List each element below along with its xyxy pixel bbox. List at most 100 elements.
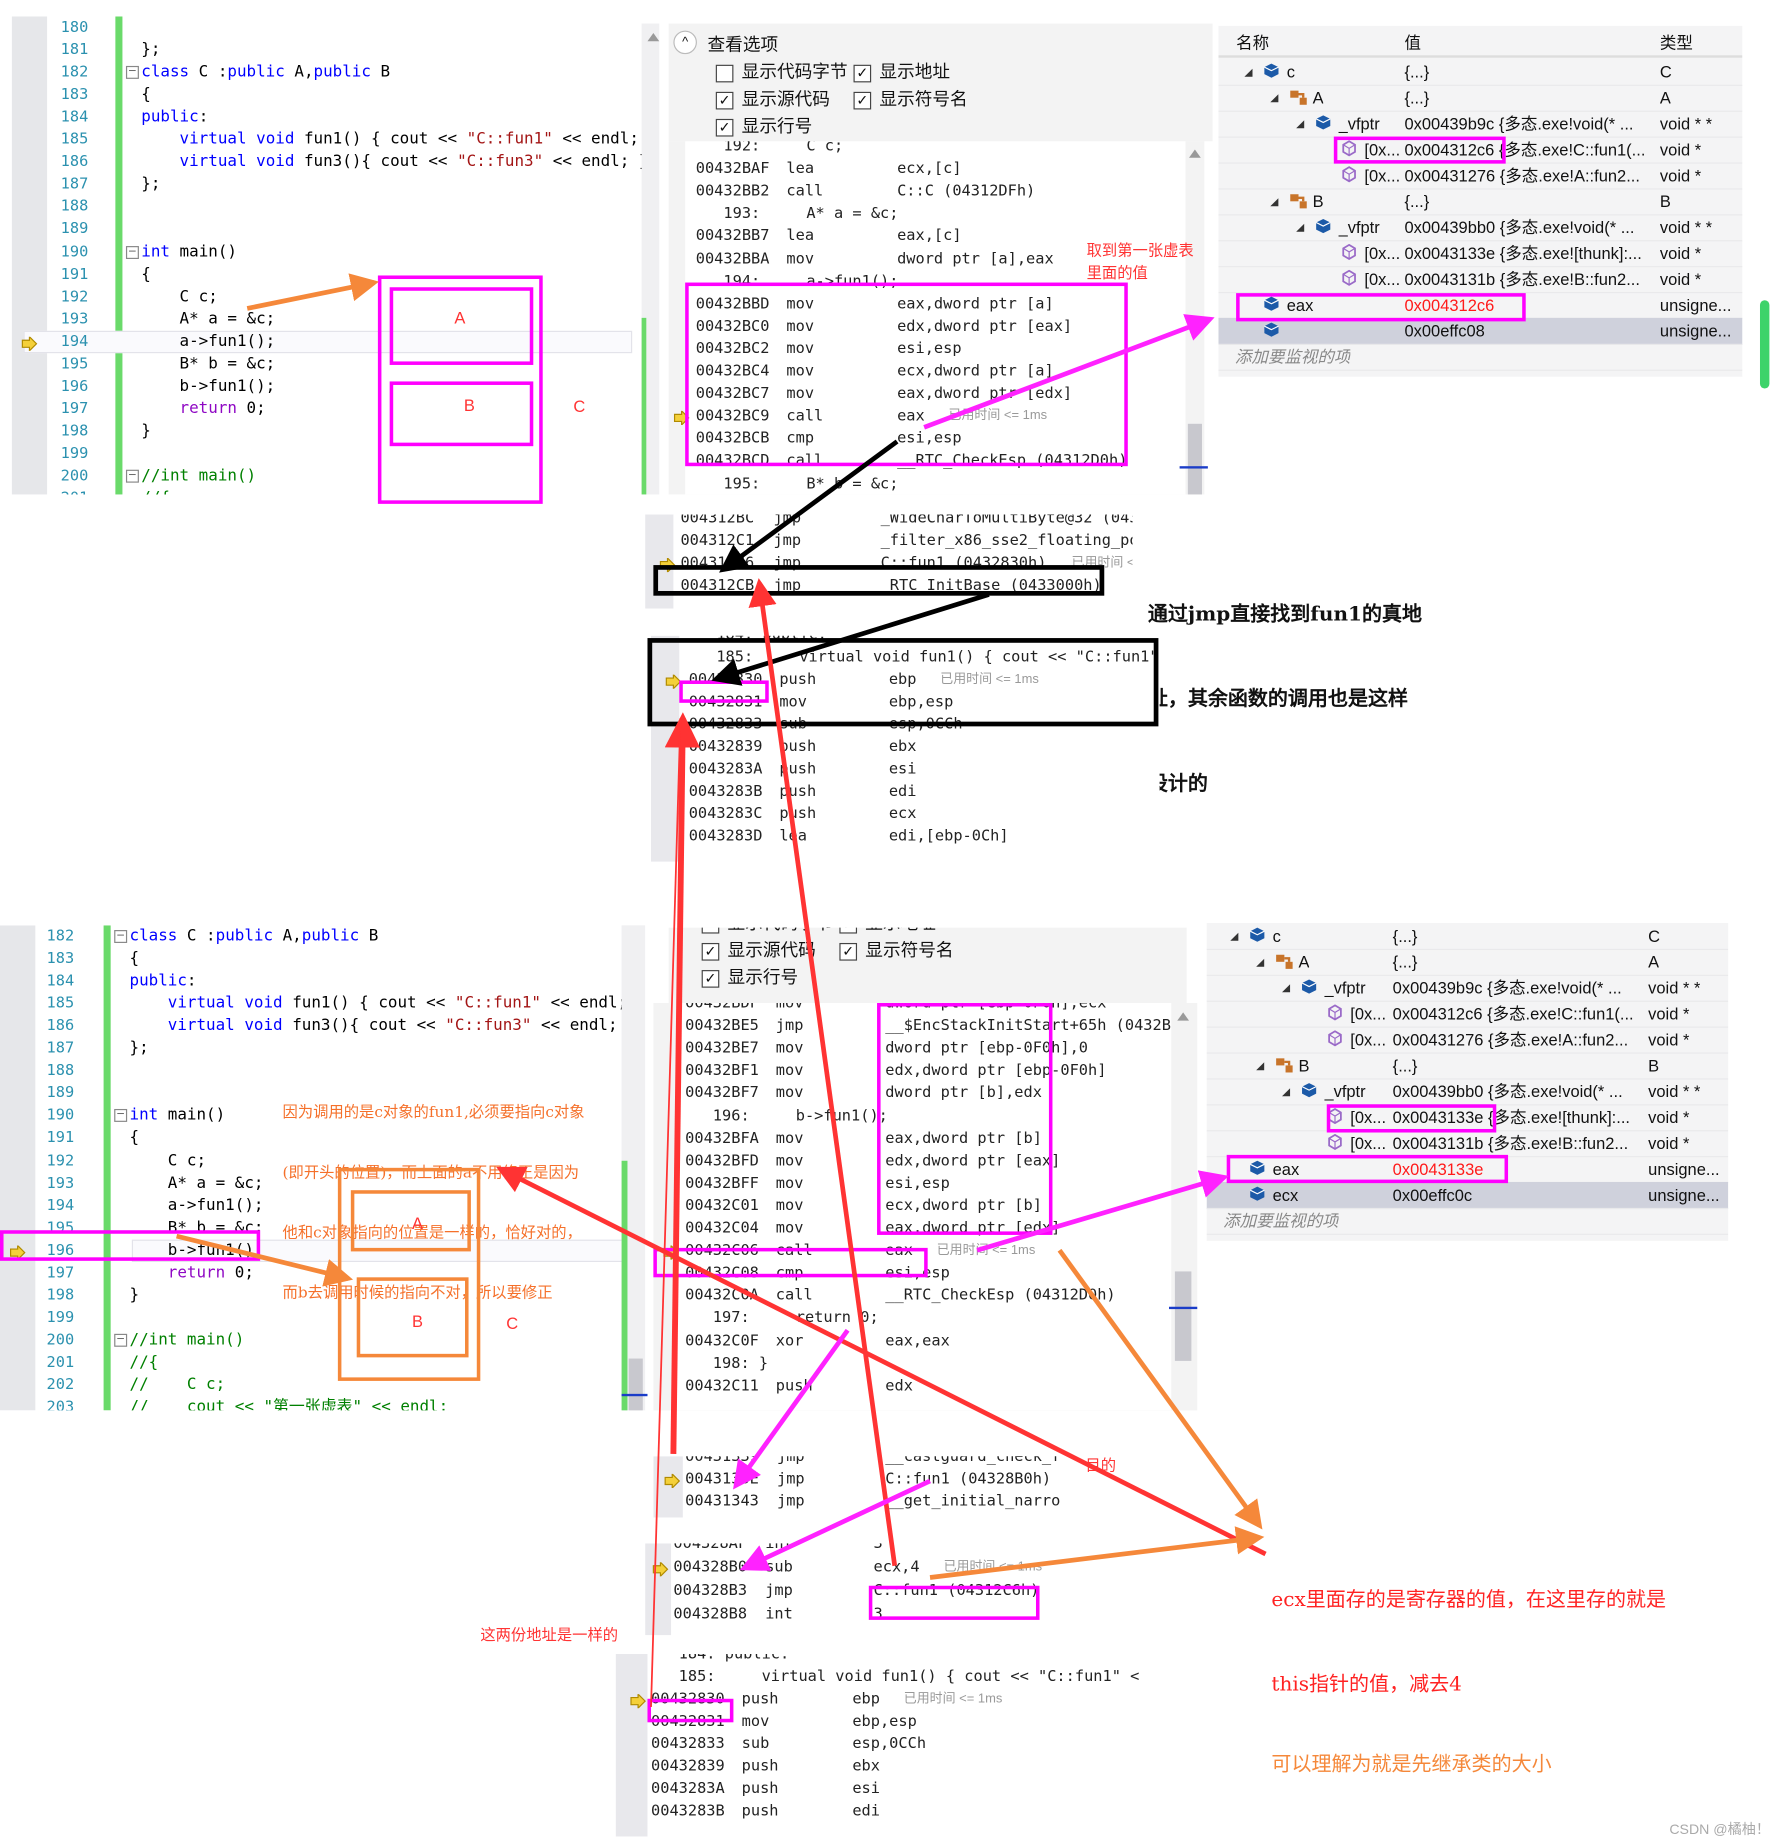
watch-header-name[interactable]: 名称 <box>1236 29 1269 55</box>
code-line[interactable]: 197 return 0; <box>12 398 642 420</box>
checkbox[interactable]: ✓ <box>839 942 858 961</box>
code-line[interactable]: 185 virtual void fun1() { cout << "C::fu… <box>12 129 642 151</box>
code-line[interactable]: 189 <box>12 218 642 240</box>
disassembly-line[interactable]: 004328AF int 3 <box>645 1543 1065 1554</box>
watch-row[interactable]: [0x... 0x00431276 {多态.exe!A::fun2... void … <box>1218 162 1743 190</box>
code-line[interactable]: 199 <box>12 443 642 465</box>
collapse-toggle-icon[interactable]: − <box>114 930 128 943</box>
disassembly-line[interactable]: 00432C0A call __RTC_CheckEsp (04312D0h) <box>653 1285 1171 1307</box>
code-line[interactable]: 184 public: <box>12 106 642 128</box>
disassembly-line[interactable]: 00431343 jmp __get_initial_narro <box>653 1490 1065 1512</box>
disassembly-line[interactable]: 198: } <box>653 1352 1171 1374</box>
disassembly-line[interactable]: 00432839 push ebx <box>651 735 1160 757</box>
watch-header-value[interactable]: 值 <box>1404 29 1420 55</box>
watch-row[interactable]: [0x... 0x0043131b {多态.exe!B::fun2... void … <box>1218 266 1743 294</box>
expand-toggle-icon[interactable]: ◢ <box>1256 1052 1264 1078</box>
disassembly-line[interactable]: 0043283A push esi <box>616 1778 1140 1800</box>
code-line[interactable]: 190 − int main() <box>12 241 642 263</box>
code-line[interactable]: 201 //{ <box>0 1351 636 1373</box>
watch-row[interactable]: ◢ c {...} C <box>1218 59 1743 86</box>
code-line[interactable]: 203 // cout << "第一张虚表" << endl; <box>0 1396 636 1410</box>
collapse-toggle-icon[interactable]: − <box>125 469 139 483</box>
collapse-toggle-icon[interactable]: − <box>114 1333 128 1347</box>
code-line[interactable]: 198} <box>12 420 642 442</box>
code-line[interactable]: 196 b->fun1(); <box>12 375 642 397</box>
checkbox[interactable] <box>701 927 720 934</box>
checkbox[interactable]: ✓ <box>715 118 734 137</box>
disassembly-line[interactable]: 004312C1 jmp _filter_x86_sse2_floating_po <box>645 529 1132 551</box>
disassembly-line[interactable]: 00431339 jmp __castguard_check_f <box>653 1456 1065 1467</box>
disassembly-line[interactable]: 0043283C push ecx <box>651 802 1160 824</box>
disassembly-line[interactable]: 00432833 sub esp,0CCh <box>616 1733 1140 1755</box>
checkbox[interactable]: ✓ <box>715 91 734 110</box>
disassembly-line[interactable]: 00432C11 push edx <box>653 1375 1171 1397</box>
expand-toggle-icon[interactable]: ◢ <box>1296 111 1304 137</box>
code-line[interactable]: 183 { <box>12 84 642 106</box>
watch-row[interactable]: 0x00effc08 unsigne... <box>1218 317 1743 345</box>
disassembly-line[interactable]: 004328B0 sub ecx,4 已用时间 <= 1ms <box>645 1556 1065 1578</box>
watch-row[interactable]: [0x... 0x0043133e {多态.exe![thunk]:... void… <box>1218 240 1743 268</box>
checkbox[interactable]: ✓ <box>701 970 720 988</box>
code-line[interactable]: 182 − class C :public A,public B <box>12 61 642 83</box>
code-line[interactable]: 181}; <box>12 39 642 61</box>
disassembly-line[interactable]: 00432BB2 call C::C (04312DFh) <box>669 180 1187 202</box>
watch-row[interactable]: [0x... 0x0043131b {多态.exe!B::fun2... void … <box>1206 1130 1729 1158</box>
code-line[interactable]: 201 //{ <box>12 487 642 495</box>
code-line[interactable]: 195 B* b = &c; <box>12 353 642 375</box>
code-line[interactable]: 185 virtual void fun1() { cout << "C::fu… <box>0 993 636 1015</box>
expand-toggle-icon[interactable]: ◢ <box>1282 1078 1290 1104</box>
disassembly-scrollbar-bottom[interactable] <box>1169 1003 1198 1411</box>
code-line[interactable]: 183 { <box>0 948 636 970</box>
watch-row[interactable]: ◢ _vfptr 0x00439b9c {多态.exe!void(* ... void… <box>1206 975 1729 1002</box>
disassembly-scrollbar[interactable] <box>1179 141 1208 495</box>
expand-toggle-icon[interactable]: ◢ <box>1230 923 1238 949</box>
watch-row[interactable]: ◢ B {...} B <box>1206 1052 1729 1080</box>
disassembly-line[interactable]: 184: public: <box>616 1654 1140 1666</box>
code-line[interactable]: 184 public: <box>0 970 636 992</box>
disassembly-line[interactable]: 185: virtual void fun1() { cout << "C::f… <box>616 1666 1140 1688</box>
checkbox[interactable] <box>715 64 734 83</box>
checkbox[interactable]: ✓ <box>853 91 872 110</box>
disassembly-line[interactable]: 0043283A push esi <box>651 758 1160 780</box>
code-line[interactable]: 200 −//int main() <box>12 465 642 487</box>
collapse-toggle-icon[interactable]: − <box>114 1109 128 1123</box>
add-watch-item[interactable]: 添加要监视的项 <box>1218 344 1743 371</box>
disassembly-line[interactable]: 0043133E jmp C::fun1 (04328B0h) <box>653 1467 1065 1489</box>
editor-scrollbar[interactable] <box>641 23 660 495</box>
disassembly-line[interactable]: 00432839 push ebx <box>616 1755 1140 1777</box>
code-line[interactable]: 193 A* a = &c; <box>12 308 642 330</box>
checkbox[interactable]: ✓ <box>701 942 720 961</box>
disassembly-line[interactable]: 193: A* a = &c; <box>669 203 1187 225</box>
disassembly-line[interactable]: 195: B* b = &c; <box>669 473 1187 495</box>
watch-scrollbar[interactable] <box>1759 300 1770 389</box>
watch-row[interactable]: ◢ _vfptr 0x00439b9c {多态.exe!void(* ... void… <box>1218 111 1743 138</box>
watch-row[interactable]: ecx 0x00effc0c unsigne... <box>1206 1181 1729 1210</box>
disassembly-line[interactable]: 00432C0F xor eax,eax <box>653 1330 1171 1352</box>
disassembly-line[interactable]: 0043283B push edi <box>651 780 1160 802</box>
code-line[interactable]: 192 C c; <box>12 286 642 308</box>
code-line[interactable]: 194 a->fun1(); <box>12 330 642 353</box>
editor-scrollbar-bottom[interactable] <box>621 925 648 1411</box>
watch-row[interactable]: ◢ A {...} A <box>1218 85 1743 112</box>
code-line[interactable]: 191 { <box>12 263 642 285</box>
expand-toggle-icon[interactable]: ◢ <box>1296 214 1304 240</box>
watch-row[interactable]: [0x... 0x004312c6 {多态.exe!C::fun1(... void… <box>1206 1001 1729 1028</box>
code-line[interactable]: 187}; <box>0 1037 636 1059</box>
disassembly-line[interactable]: 192: C c; <box>669 141 1187 157</box>
disassembly-line[interactable]: 0043283B push edi <box>616 1800 1140 1822</box>
code-line[interactable]: 187}; <box>12 173 642 195</box>
code-line[interactable]: 202 // C c; <box>0 1374 636 1396</box>
code-line[interactable]: 182 − class C :public A,public B <box>0 925 636 947</box>
collapse-toggle-icon[interactable]: − <box>125 245 139 259</box>
expand-toggle-icon[interactable]: ◢ <box>1270 85 1278 111</box>
expand-toggle-icon[interactable]: ◢ <box>1256 949 1264 975</box>
watch-row[interactable]: [0x... 0x00431276 {多态.exe!A::fun2... void … <box>1206 1027 1729 1054</box>
disassembly-line[interactable]: 00432BAF lea ecx,[c] <box>669 158 1187 180</box>
code-line[interactable]: 180 <box>12 16 642 38</box>
code-line[interactable]: 186 virtual void fun3(){ cout << "C::fun… <box>0 1015 636 1037</box>
watch-row[interactable]: ◢ _vfptr 0x00439bb0 {多态.exe!void(* ... void… <box>1206 1078 1729 1106</box>
collapse-toggle-icon[interactable]: − <box>125 66 139 79</box>
watch-row[interactable]: ◢ A {...} A <box>1206 949 1729 976</box>
watch-row[interactable]: ◢ B {...} B <box>1218 188 1743 216</box>
watch-header-type[interactable]: 类型 <box>1660 29 1693 55</box>
